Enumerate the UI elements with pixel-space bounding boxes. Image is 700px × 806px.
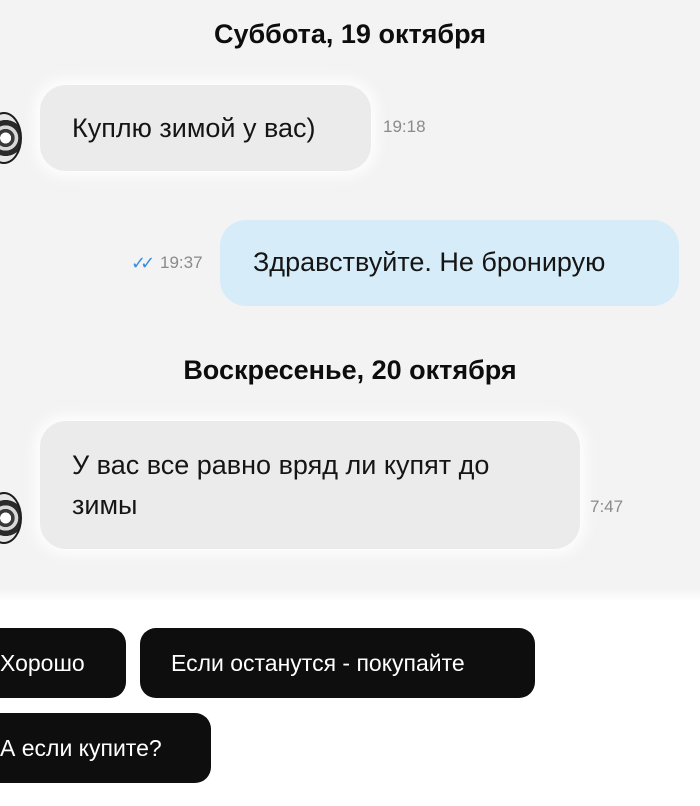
message-list[interactable]: Суббота, 19 октября Куплю зимой у вас) 1… — [0, 0, 700, 596]
message-text-line-1: У вас все равно вряд ли купят до — [72, 450, 490, 480]
date-separator-saturday: Суббота, 19 октября — [213, 19, 487, 49]
quick-reply-button[interactable]: Хорошо — [0, 628, 126, 698]
message-time: 19:37 — [160, 253, 203, 272]
quick-reply-label: Если останутся - покупайте — [171, 650, 465, 676]
outgoing-message[interactable]: Здравствуйте. Не бронирую — [220, 220, 679, 306]
message-time: 19:18 — [383, 117, 426, 136]
date-separator-sunday: Воскресенье, 20 октября — [183, 355, 517, 385]
incoming-message[interactable]: У вас все равно вряд ли купят до зимы — [40, 421, 580, 549]
message-text-line-2: зимы — [72, 490, 138, 520]
quick-reply-button[interactable]: А если купите? — [0, 713, 211, 783]
sender-avatar[interactable] — [0, 492, 22, 544]
sender-avatar[interactable] — [0, 112, 22, 164]
chat-screen: Суббота, 19 октября Куплю зимой у вас) 1… — [0, 0, 700, 806]
double-check-icon: ✓✓ — [131, 253, 155, 273]
quick-reply-label: А если купите? — [0, 735, 162, 761]
message-time: 7:47 — [590, 497, 624, 516]
incoming-message[interactable]: Куплю зимой у вас) — [40, 85, 371, 171]
quick-replies-panel: Хорошо Если останутся - покупайте А если… — [0, 600, 700, 806]
quick-reply-label: Хорошо — [0, 650, 85, 676]
message-text: Куплю зимой у вас) — [72, 113, 316, 143]
message-text: Здравствуйте. Не бронирую — [253, 247, 606, 277]
quick-reply-button[interactable]: Если останутся - покупайте — [140, 628, 535, 698]
